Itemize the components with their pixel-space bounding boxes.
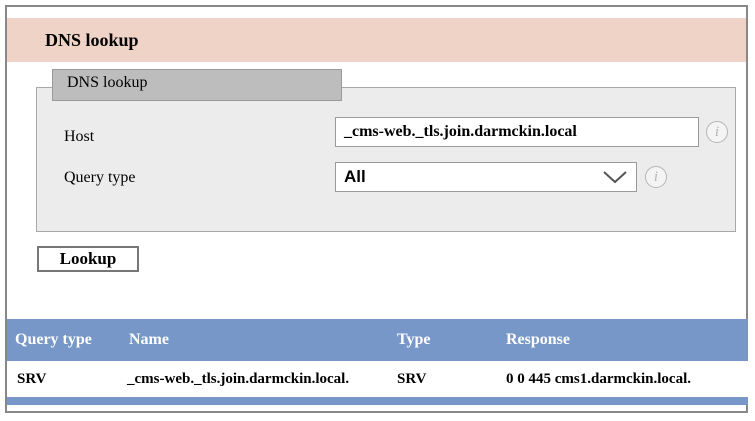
lookup-button[interactable]: Lookup xyxy=(37,246,139,272)
cell-type: SRV xyxy=(397,371,427,387)
query-type-label: Query type xyxy=(64,169,136,186)
table-row: SRV _cms-web._tls.join.darmckin.local. S… xyxy=(7,361,748,397)
page-title: DNS lookup xyxy=(45,30,139,50)
column-header-type: Type xyxy=(397,331,431,348)
column-header-name: Name xyxy=(129,331,169,348)
query-type-info-icon[interactable]: i xyxy=(645,166,667,188)
dns-lookup-panel: Host Query type xyxy=(36,87,736,232)
column-header-query-type: Query type xyxy=(15,331,92,348)
page-header: DNS lookup xyxy=(7,18,746,62)
cell-response: 0 0 445 cms1.darmckin.local. xyxy=(506,371,691,387)
query-type-value: All xyxy=(344,167,366,186)
dns-lookup-page: DNS lookup Host Query type DNS lookup _c… xyxy=(5,5,748,413)
chevron-down-icon xyxy=(603,171,627,184)
host-info-icon[interactable]: i xyxy=(706,121,728,143)
query-type-select[interactable]: All xyxy=(335,162,637,192)
results-table-header: Query type Name Type Response xyxy=(7,319,748,361)
panel-legend: DNS lookup xyxy=(52,69,342,101)
cell-name: _cms-web._tls.join.darmckin.local. xyxy=(127,371,350,387)
results-table-footer xyxy=(7,397,748,405)
cell-query-type: SRV xyxy=(17,371,47,387)
column-header-response: Response xyxy=(506,331,571,348)
host-input[interactable]: _cms-web._tls.join.darmckin.local xyxy=(335,117,699,147)
host-label: Host xyxy=(64,128,95,145)
